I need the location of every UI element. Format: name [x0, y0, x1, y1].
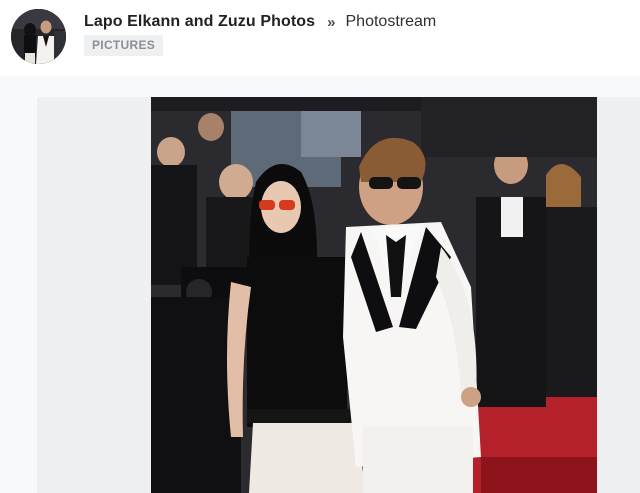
photo-image-icon — [151, 97, 597, 493]
page-header: Lapo Elkann and Zuzu Photos » Photostrea… — [0, 0, 640, 76]
album-title-link[interactable]: Lapo Elkann and Zuzu Photos — [84, 13, 315, 31]
album-avatar[interactable] — [11, 9, 66, 64]
main-photo[interactable] — [151, 97, 597, 493]
photostream-link[interactable]: Photostream — [346, 13, 437, 31]
avatar-image-icon — [11, 9, 66, 64]
category-badge[interactable]: PICTURES — [84, 35, 164, 56]
breadcrumb: Lapo Elkann and Zuzu Photos » Photostrea… — [84, 12, 436, 32]
breadcrumb-separator: » — [327, 13, 336, 31]
